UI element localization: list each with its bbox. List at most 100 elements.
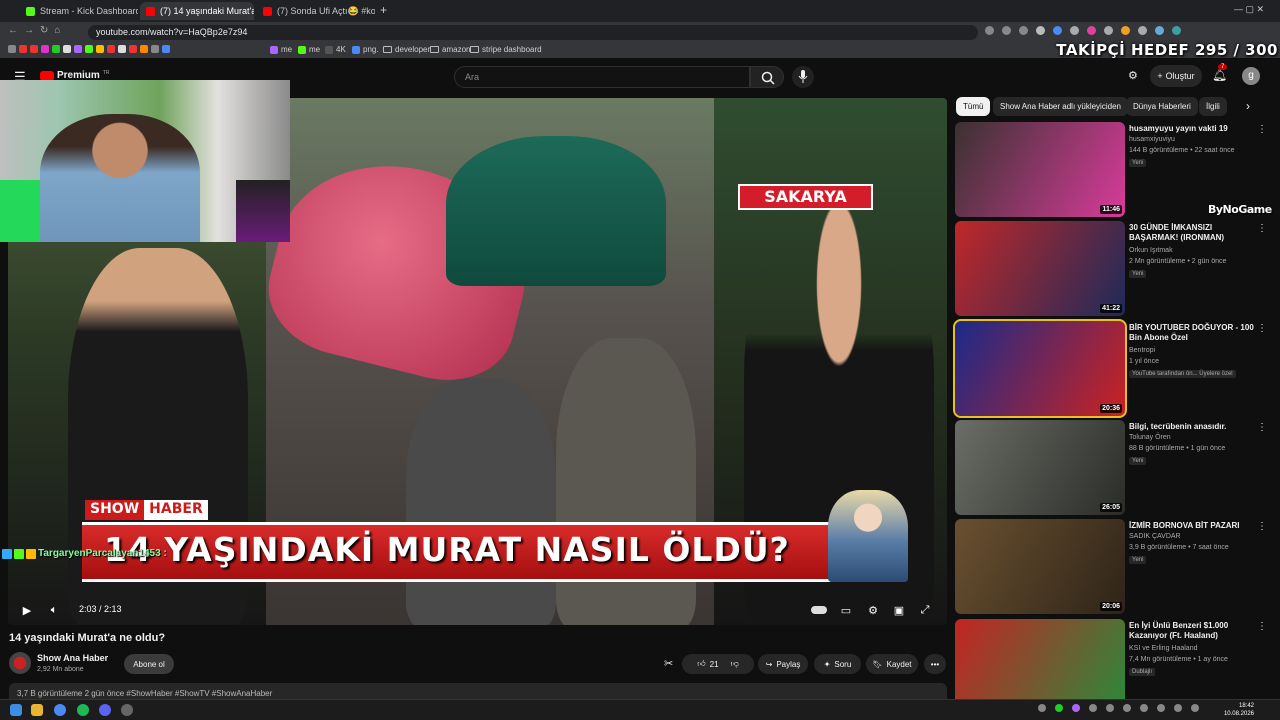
subtitles-icon[interactable]: ▭ [837,601,855,619]
chip-all[interactable]: Tümü [956,97,991,116]
recommended-video-title[interactable]: husamyuyu yayın vakti 19 [1129,124,1259,134]
recommended-video-badge: YouTube tarafından ön... Üyelere özel [1129,370,1236,378]
more-actions-button[interactable]: ••• [924,654,946,674]
recommended-video[interactable]: 41:22 30 GÜNDE İMKANSIZI BAŞARMAK! (IRONM… [955,221,1267,316]
clock-date: 10.08.2026 [1223,711,1254,717]
recommended-video-meta: 144 B görüntüleme • 22 saat önce [1129,147,1235,154]
recommended-video-badge: Dublajlı [1129,668,1156,676]
url-input[interactable]: youtube.com/watch?v=HaQBp2e7z94 [88,25,978,40]
settings-gear-icon[interactable]: ⚙ [864,601,882,619]
recommended-video[interactable]: 26:05 Bilgi, tecrübenin anasıdır. Tolunay … [955,420,1267,515]
bookmark-me-2[interactable]: me [298,45,320,54]
tab-kick-dashboard[interactable]: Stream - Kick Dashboard × [20,2,138,20]
recommended-channel-name[interactable]: KSI ve Erling Haaland [1129,645,1197,652]
file-explorer-icon[interactable] [31,704,43,716]
share-button[interactable]: ↪ Paylaş [758,654,808,674]
more-vert-icon[interactable]: ⋮ [1257,422,1267,433]
recommended-video-title[interactable]: 30 GÜNDE İMKANSIZI BAŞARMAK! (IRONMAN) [1129,223,1259,243]
bookmark-png[interactable]: png. [352,45,379,54]
recommended-channel-name[interactable]: SADIK ÇAVDAR [1129,533,1181,540]
spotify-icon[interactable] [77,704,89,716]
video-thumbnail[interactable]: 11:46 [955,122,1125,217]
more-vert-icon[interactable]: ⋮ [1257,223,1267,234]
play-icon[interactable]: ▶ [18,601,36,619]
recommended-video-meta: 2 Mn görüntüleme • 2 gün önce [1129,258,1227,265]
cast-icon[interactable]: ⚙ [1128,69,1138,82]
folder-icon [470,46,479,53]
bookmark-developer[interactable]: developer [383,45,430,54]
recommended-video[interactable]: 20:06 İZMİR BORNOVA BİT PAZARI SADIK ÇAVDA… [955,519,1267,614]
more-vert-icon[interactable]: ⋮ [1257,521,1267,532]
fullscreen-icon[interactable]: ⤢ [916,601,934,619]
time-display: 2:03 / 2:13 [79,604,122,614]
bookmark-4k[interactable]: 4K [325,45,346,54]
save-button[interactable]: 🔖︎ Kaydet [866,654,918,674]
chip-related[interactable]: İlgili [1199,97,1227,116]
recommended-channel-name[interactable]: Orkun Işıtmak [1129,247,1173,254]
app-icon[interactable] [121,704,133,716]
bookmark-amazon[interactable]: amazon [430,45,470,54]
recommended-video-title[interactable]: İZMİR BORNOVA BİT PAZARI [1129,521,1259,531]
coffin [446,136,666,286]
more-vert-icon[interactable]: ⋮ [1257,323,1267,334]
recommended-video-title[interactable]: BİR YOUTUBER DOĞUYOR - 100 Bin Abone Öze… [1129,323,1259,343]
tab-youtube-video[interactable]: (7) 14 yaşındaki Murat'a ne × [140,2,254,20]
recommended-video-badge: Yeni [1129,270,1147,278]
channel-name[interactable]: Show Ana Haber [37,653,108,663]
clock-time: 18:42 [1238,703,1254,709]
tab-label: (7) Sonda Ufi Açtı😂 #komedi [277,5,375,16]
search-button[interactable] [750,66,784,88]
new-tab-button[interactable]: + [380,3,387,17]
extension-icons[interactable] [985,26,1265,38]
create-button[interactable]: + Oluştur [1150,65,1202,87]
video-title: 14 yaşındaki Murat'a ne oldu? [9,632,166,644]
volume-icon[interactable]: 🔈︎ [45,601,63,619]
news-presenter [828,490,908,582]
system-tray-icons[interactable] [1038,704,1218,716]
video-thumbnail[interactable]: 20:36 [953,319,1127,418]
chip-uploader[interactable]: Show Ana Haber adlı yükleyiciden [993,97,1128,116]
clip-icon[interactable]: ✂ [664,657,673,670]
streamer-webcam [0,80,290,242]
recommended-video-title[interactable]: En İyi Ünlü Benzeri $1.000 Kazanıyor (Ft… [1129,621,1259,641]
recommended-video-meta: 1 yıl önce [1129,358,1159,365]
bookmark-icons[interactable] [8,45,170,53]
video-thumbnail[interactable]: 41:22 [955,221,1125,316]
chip-world-news[interactable]: Dünya Haberleri [1126,97,1198,116]
recommended-channel-name[interactable]: husamxiyuviyu [1129,136,1175,143]
chevron-right-icon[interactable]: › [1246,99,1250,113]
more-vert-icon[interactable]: ⋮ [1257,621,1267,632]
bookmark-stripe[interactable]: stripe dashboard [470,45,542,54]
windows-taskbar: 18:42 10.08.2026 [0,699,1280,720]
window-controls[interactable]: — ▢ ✕ [1234,4,1264,15]
like-dislike-button[interactable]: 👍︎ 21 👎︎ [682,654,754,674]
subscribe-button[interactable]: Abone ol [124,654,174,674]
tab-youtube-short[interactable]: (7) Sonda Ufi Açtı😂 #komedi × [257,2,375,20]
bookmark-me-1[interactable]: me [270,45,292,54]
notifications-bell-icon[interactable]: 🔔︎ [1212,68,1227,82]
recommended-video-title[interactable]: Bilgi, tecrübenin anasıdır. [1129,422,1259,432]
recommended-channel-name[interactable]: Bentropi [1129,347,1155,354]
recommended-channel-name[interactable]: Tolunay Ören [1129,434,1171,441]
channel-avatar[interactable] [9,652,31,674]
chrome-icon[interactable] [54,704,66,716]
video-thumbnail[interactable]: 20:06 [955,519,1125,614]
user-avatar[interactable]: g [1242,67,1260,85]
windows-start-icon[interactable] [10,704,22,716]
voice-search-button[interactable] [792,66,814,88]
address-bar-row: ←→↻⌂ youtube.com/watch?v=HaQBp2e7z94 [0,22,1280,42]
mic-icon [798,70,808,83]
miniplayer-icon[interactable]: ▣ [890,601,908,619]
discord-icon[interactable] [99,704,111,716]
autoplay-toggle[interactable] [810,601,828,619]
recommended-video-meta: 88 B görüntüleme • 1 gün önce [1129,445,1226,452]
show-haber-logo: SHOW HABER [85,500,208,520]
search-input[interactable]: Ara [454,66,750,88]
more-vert-icon[interactable]: ⋮ [1257,124,1267,135]
taskbar-clock[interactable]: 18:42 10.08.2026 [1224,702,1254,718]
recommended-video[interactable]: 20:36 BİR YOUTUBER DOĞUYOR - 100 Bin Abon… [953,319,1267,418]
nav-buttons[interactable]: ←→↻⌂ [8,25,66,36]
video-thumbnail[interactable]: 26:05 [955,420,1125,515]
video-duration: 20:36 [1100,404,1122,413]
ask-button[interactable]: ✦ Soru [814,654,861,674]
